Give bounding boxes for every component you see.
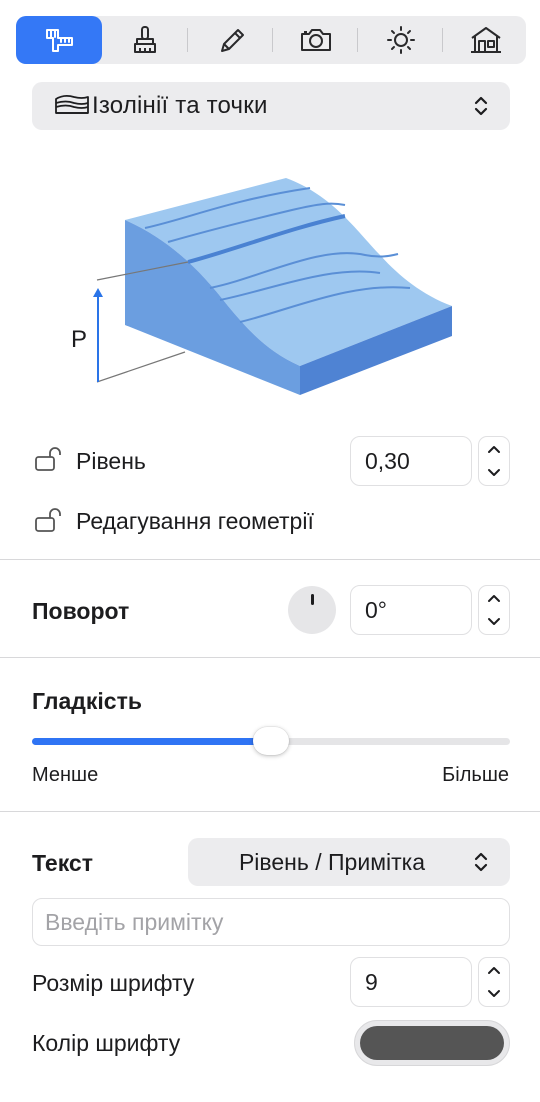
rotation-title: Поворот — [32, 598, 130, 624]
mode-popup-label: Ізолінії та точки — [92, 92, 268, 119]
unlock-icon[interactable] — [34, 507, 64, 533]
level-stepper[interactable] — [478, 436, 510, 486]
terrain-illustration: P — [60, 170, 480, 410]
rotation-field[interactable]: 0° — [350, 585, 472, 635]
text-title: Текст — [32, 850, 93, 876]
stepper-up-icon[interactable] — [486, 964, 502, 976]
stepper-down-icon[interactable] — [486, 467, 502, 479]
elevation-axis-label: P — [71, 326, 88, 353]
geometry-edit-label: Редагування геометрії — [76, 508, 314, 534]
smoothness-min-label: Менше — [32, 764, 99, 786]
mode-popup[interactable]: Ізолінії та точки — [32, 82, 510, 130]
camera-icon — [301, 29, 331, 51]
note-input[interactable] — [32, 898, 510, 946]
font-size-field[interactable]: 9 — [350, 957, 472, 1007]
tab-sun[interactable] — [358, 16, 444, 64]
terrain-layers-icon — [55, 94, 89, 114]
pencil-icon — [221, 29, 244, 52]
font-size-label: Розмір шрифту — [32, 970, 195, 996]
tab-pencil[interactable] — [188, 16, 274, 64]
stepper-up-icon[interactable] — [486, 592, 502, 604]
tab-measure[interactable] — [16, 16, 102, 64]
stepper-down-icon[interactable] — [486, 616, 502, 628]
text-mode-select[interactable]: Рівень / Примітка — [188, 838, 510, 886]
chevron-up-down-icon — [474, 852, 488, 872]
tool-tabs — [16, 16, 526, 64]
smoothness-max-label: Більше — [442, 764, 509, 786]
font-color-well[interactable] — [354, 1020, 510, 1066]
divider — [0, 657, 540, 658]
tab-building[interactable] — [443, 16, 529, 64]
smoothness-title: Гладкість — [32, 688, 142, 714]
rotation-dial[interactable] — [288, 586, 336, 634]
text-mode-value: Рівень / Примітка — [238, 848, 426, 875]
brush-icon — [134, 26, 156, 53]
unlock-icon[interactable] — [34, 446, 64, 472]
sun-icon — [387, 26, 415, 54]
level-field[interactable]: 0,30 — [350, 436, 472, 486]
font-size-stepper[interactable] — [478, 957, 510, 1007]
smoothness-slider-knob[interactable] — [253, 727, 289, 755]
divider — [0, 811, 540, 812]
tab-brush[interactable] — [102, 16, 188, 64]
smoothness-slider-fill — [32, 738, 271, 745]
stepper-up-icon[interactable] — [486, 443, 502, 455]
level-label: Рівень — [76, 448, 146, 474]
chevron-up-down-icon — [474, 96, 488, 116]
font-color-label: Колір шрифту — [32, 1030, 181, 1056]
tab-camera[interactable] — [273, 16, 359, 64]
stepper-down-icon[interactable] — [486, 988, 502, 1000]
rotation-stepper[interactable] — [478, 585, 510, 635]
divider — [0, 559, 540, 560]
measure-icon — [46, 29, 73, 52]
font-color-swatch — [360, 1026, 504, 1060]
building-icon — [471, 27, 501, 53]
